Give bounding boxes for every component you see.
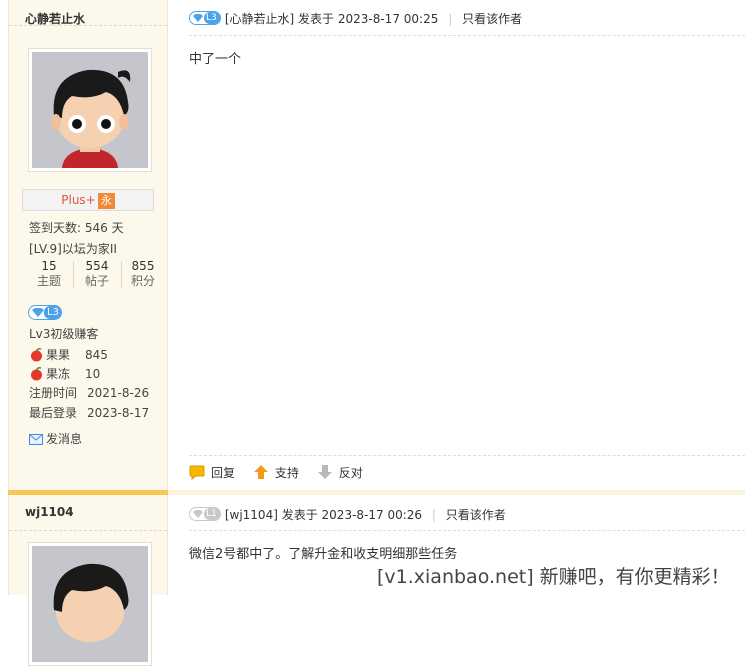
arrow-down-icon xyxy=(317,464,333,483)
field-register: 注册时间 2021-8-26 xyxy=(29,386,150,400)
arrow-up-icon xyxy=(253,464,269,483)
header-username[interactable]: [心静若止水] xyxy=(225,12,294,26)
stat-points[interactable]: 855 积分 xyxy=(121,259,165,289)
level-badge-small: L3 xyxy=(189,11,221,25)
sign-days: 签到天数: 546 天 xyxy=(29,221,124,235)
reply-icon xyxy=(189,465,205,483)
author-name[interactable]: 心静若止水 xyxy=(9,0,167,26)
post-time: 发表于 2023-8-17 00:25 xyxy=(298,12,439,26)
user-stats: 15 主题 554 帖子 855 积分 xyxy=(23,259,155,291)
level-badge-small: L1 xyxy=(189,507,221,521)
plus-badge: Plus+ 永 xyxy=(22,189,154,211)
level-badge: L3 xyxy=(28,305,62,323)
post-content: 中了一个 xyxy=(189,52,242,67)
only-author-link[interactable]: 只看该作者 xyxy=(446,508,506,522)
avatar[interactable] xyxy=(28,48,152,172)
post-header: L3 [心静若止水] 发表于 2023-8-17 00:25 | 只看该作者 xyxy=(189,10,522,27)
user-rank[interactable]: [LV.9]以坛为家II xyxy=(29,240,117,257)
only-author-link[interactable]: 只看该作者 xyxy=(462,12,522,26)
post-time: 发表于 2023-8-17 00:26 xyxy=(281,508,423,522)
support-button[interactable]: 支持 xyxy=(253,464,303,483)
post-actions: 回复 支持 反对 xyxy=(189,464,363,483)
watermark: [v1.xianbao.net] 新赚吧，有你更精彩！ xyxy=(377,566,730,588)
field-guodong: 果冻 10 xyxy=(29,365,100,382)
post-content: 微信2号都中了。了解升金和收支明细那些任务 xyxy=(189,547,458,562)
mail-icon xyxy=(29,434,43,448)
apple-icon xyxy=(29,347,44,362)
stat-posts[interactable]: 554 帖子 xyxy=(75,259,119,289)
send-message-link[interactable]: 发消息 xyxy=(29,430,82,448)
oppose-button[interactable]: 反对 xyxy=(317,464,363,483)
plus-label: Plus+ xyxy=(61,193,96,207)
avatar[interactable] xyxy=(28,542,152,666)
author-sidebar: 心静若止水 Plus+ 永 签到天数: 546 天 [LV.9]以坛为家II 1… xyxy=(8,0,168,490)
reply-button[interactable]: 回复 xyxy=(189,465,239,483)
avatar-icon xyxy=(32,52,148,168)
avatar-icon xyxy=(32,546,148,662)
apple-icon xyxy=(29,366,44,381)
permanent-badge: 永 xyxy=(97,193,115,209)
level-title: Lv3初级赚客 xyxy=(29,327,99,341)
post-1: 心静若止水 Plus+ 永 签到天数: 546 天 [LV.9]以坛为家II 1… xyxy=(0,0,745,490)
stat-topics[interactable]: 15 主题 xyxy=(27,259,71,289)
field-guoguo: 果果 845 xyxy=(29,346,108,363)
field-last-login: 最后登录 2023-8-17 xyxy=(29,406,150,420)
author-sidebar: wj1104 xyxy=(8,495,168,666)
post-header: L1 [wj1104] 发表于 2023-8-17 00:26 | 只看该作者 xyxy=(189,506,506,523)
header-username[interactable]: [wj1104] xyxy=(225,508,278,522)
author-name[interactable]: wj1104 xyxy=(9,495,167,531)
